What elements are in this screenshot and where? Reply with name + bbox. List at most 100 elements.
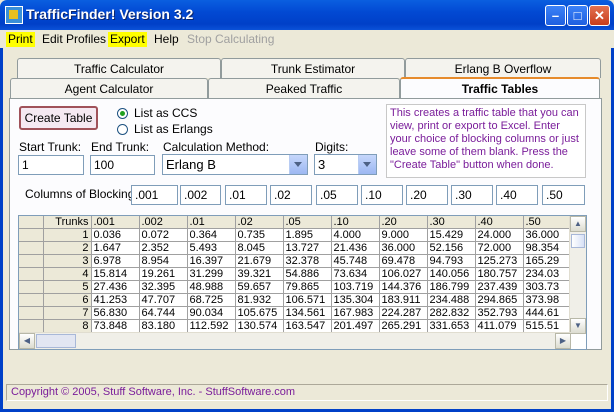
vertical-scroll-thumb[interactable]	[571, 234, 585, 248]
create-table-button[interactable]: Create Table	[19, 106, 98, 130]
blocking-input-8[interactable]: .30	[451, 185, 493, 205]
horizontal-scroll-thumb[interactable]	[36, 334, 76, 348]
scroll-right-icon[interactable]: ▶	[555, 333, 571, 349]
radio-list-as-erlangs[interactable]	[117, 124, 128, 135]
table-cell: 186.799	[427, 280, 476, 294]
table-cell: 444.61	[523, 306, 572, 320]
table-cell: 90.034	[187, 306, 236, 320]
menu-help[interactable]: Help	[152, 32, 181, 47]
table-cell: 515.51	[523, 319, 572, 333]
horizontal-scrollbar[interactable]: ◀ ▶	[19, 332, 571, 349]
radio-list-as-ccs[interactable]	[117, 108, 128, 119]
end-trunk-label: End Trunk:	[91, 140, 150, 154]
table-cell: 56.830	[91, 306, 140, 320]
close-button[interactable]: ✕	[589, 5, 610, 26]
digits-select[interactable]: 3	[314, 154, 377, 175]
table-cell: 79.865	[283, 280, 332, 294]
column-header: .50	[523, 216, 572, 229]
tab-peaked-traffic[interactable]: Peaked Traffic	[208, 78, 400, 98]
blocking-label: Columns of Blocking:	[25, 187, 138, 201]
table-cell: 234.03	[523, 267, 572, 281]
menu-print[interactable]: Print	[6, 32, 35, 47]
blocking-input-10[interactable]: .50	[542, 185, 585, 205]
table-cell: 2.352	[139, 241, 188, 255]
digits-value: 3	[318, 157, 326, 172]
table-header-row: Trunks .001.002.01.02.05.10.20.30.40.50	[19, 216, 572, 229]
table-cell: 1.895	[283, 228, 332, 242]
blocking-input-1[interactable]: .001	[131, 185, 178, 205]
status-bar: Copyright © 2005, Stuff Software, Inc. -…	[6, 384, 608, 401]
table-cell: 64.744	[139, 306, 188, 320]
table-row: 6 41.253 47.707 68.725 81.932 106.571 135.304 1…	[19, 293, 572, 307]
blocking-input-6[interactable]: .10	[361, 185, 403, 205]
table-cell: 1.647	[91, 241, 140, 255]
scroll-down-icon[interactable]: ▼	[570, 318, 586, 334]
row-header-corner	[19, 216, 44, 229]
table-cell: 265.291	[379, 319, 428, 333]
table-cell: 59.657	[235, 280, 284, 294]
table-cell: 0.735	[235, 228, 284, 242]
table-cell: 15.429	[427, 228, 476, 242]
row-header	[19, 241, 44, 255]
tab-agent-calculator[interactable]: Agent Calculator	[10, 78, 208, 98]
table-cell: 24.000	[475, 228, 524, 242]
blocking-input-9[interactable]: .40	[496, 185, 538, 205]
window-frame-left	[0, 30, 3, 412]
trunk-count-cell: 7	[43, 306, 92, 320]
tab-erlang-b-overflow[interactable]: Erlang B Overflow	[405, 58, 601, 78]
trunk-count-cell: 8	[43, 319, 92, 333]
chevron-down-icon[interactable]	[358, 155, 376, 174]
traffic-table-grid[interactable]: Trunks .001.002.01.02.05.10.20.30.40.50 1 0…	[18, 215, 587, 350]
table-cell: 103.719	[331, 280, 380, 294]
table-cell: 167.983	[331, 306, 380, 320]
scroll-up-icon[interactable]: ▲	[570, 216, 586, 232]
blocking-input-3[interactable]: .01	[225, 185, 267, 205]
maximize-button[interactable]: □	[567, 5, 588, 26]
table-cell: 32.395	[139, 280, 188, 294]
blocking-input-2[interactable]: .002	[180, 185, 221, 205]
table-cell: 112.592	[187, 319, 236, 333]
trunk-count-cell: 6	[43, 293, 92, 307]
calc-method-select[interactable]: Erlang B	[162, 154, 308, 175]
table-cell: 106.571	[283, 293, 332, 307]
tab-traffic-calculator[interactable]: Traffic Calculator	[17, 58, 221, 78]
table-row: 4 15.814 19.261 31.299 39.321 54.886 73.634 106…	[19, 267, 572, 281]
chevron-down-icon[interactable]	[289, 155, 307, 174]
table-cell: 16.397	[187, 254, 236, 268]
menu-edit-profiles[interactable]: Edit Profiles	[40, 32, 108, 47]
trunk-count-cell: 2	[43, 241, 92, 255]
column-header: .002	[139, 216, 188, 229]
tab-trunk-estimator[interactable]: Trunk Estimator	[221, 58, 405, 78]
table-row: 8 73.848 83.180 112.592 130.574 163.547 201.49…	[19, 319, 572, 333]
table-cell: 73.848	[91, 319, 140, 333]
table-cell: 39.321	[235, 267, 284, 281]
blocking-input-5[interactable]: .05	[316, 185, 358, 205]
table-cell: 15.814	[91, 267, 140, 281]
tab-traffic-tables[interactable]: Traffic Tables	[400, 77, 600, 99]
start-trunk-input[interactable]: 1	[18, 155, 84, 175]
scroll-left-icon[interactable]: ◀	[19, 333, 35, 349]
menu-stop-calculating[interactable]: Stop Calculating	[185, 32, 276, 47]
column-header: .30	[427, 216, 476, 229]
table-cell: 72.000	[475, 241, 524, 255]
blocking-input-7[interactable]: .20	[406, 185, 448, 205]
column-header: .01	[187, 216, 236, 229]
app-icon	[5, 6, 23, 24]
minimize-button[interactable]: –	[545, 5, 566, 26]
trunk-count-cell: 1	[43, 228, 92, 242]
radio-list-as-ccs-label: List as CCS	[134, 106, 198, 120]
table-cell: 411.079	[475, 319, 524, 333]
vertical-scrollbar[interactable]: ▲ ▼	[569, 216, 586, 334]
menu-export[interactable]: Export	[108, 32, 147, 47]
table-cell: 234.488	[427, 293, 476, 307]
title-bar[interactable]: TrafficFinder! Version 3.2 – □ ✕	[0, 0, 614, 30]
blocking-input-4[interactable]: .02	[270, 185, 312, 205]
table-cell: 183.911	[379, 293, 428, 307]
column-header: .001	[91, 216, 140, 229]
table-cell: 21.436	[331, 241, 380, 255]
info-text: This creates a traffic table that you ca…	[386, 104, 586, 178]
table-row: 1 0.036 0.072 0.364 0.735 1.895 4.000 9.000 15.4…	[19, 228, 572, 242]
trunk-count-cell: 5	[43, 280, 92, 294]
end-trunk-input[interactable]: 100	[90, 155, 155, 175]
table-cell: 163.547	[283, 319, 332, 333]
